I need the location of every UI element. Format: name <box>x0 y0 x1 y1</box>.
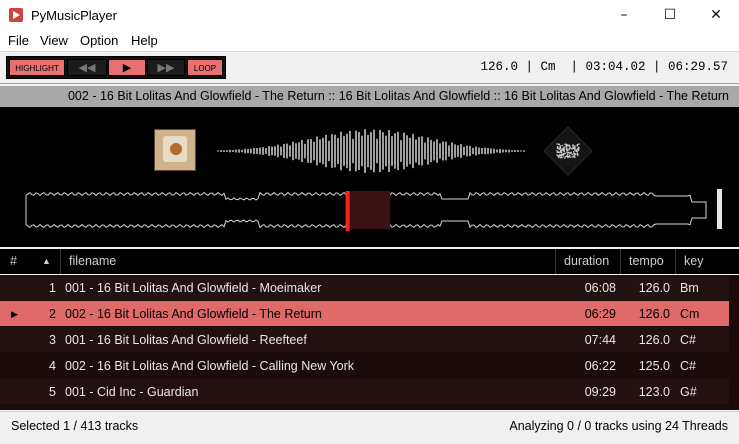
track-duration: 06:22 <box>584 359 616 373</box>
track-tempo: 126.0 <box>638 307 670 321</box>
menu-view[interactable]: View <box>40 33 68 48</box>
track-number: 4 <box>49 359 56 373</box>
track-tempo: 126.0 <box>638 281 670 295</box>
app-logo-icon <box>9 8 23 22</box>
table-row[interactable]: 1 001 - 16 Bit Lolitas And Glowfield - M… <box>0 275 739 300</box>
window-title: PyMusicPlayer <box>31 8 117 23</box>
menu-bar: File View Option Help <box>0 30 739 52</box>
analysis-status: Analyzing 0 / 0 tracks using 24 Threads <box>509 419 728 433</box>
table-row[interactable]: 5 001 - Cid Inc - Guardian 09:29 123.0 G… <box>0 379 739 404</box>
track-duration: 06:08 <box>584 281 616 295</box>
track-duration: 09:29 <box>584 385 616 399</box>
transport-toolbar: HIGHLIGHT ◀◀ ▶ ▶▶ LOOP 126.0 | Cm | 03:0… <box>0 52 739 83</box>
playback-status: 126.0 | Cm | 03:04.02 | 06:29.57 <box>480 60 728 74</box>
visualizer-panel <box>0 107 739 247</box>
col-filename-header[interactable]: filename <box>60 249 554 274</box>
stereo-scope <box>543 126 593 176</box>
col-tempo-header[interactable]: tempo <box>620 249 674 274</box>
now-playing-text: 002 - 16 Bit Lolitas And Glowfield - The… <box>67 89 729 103</box>
close-button[interactable]: ✕ <box>693 0 739 30</box>
track-number: 1 <box>49 281 56 295</box>
track-filename: 002 - 16 Bit Lolitas And Glowfield - Cal… <box>65 359 355 373</box>
col-number-header[interactable]: # <box>10 249 17 274</box>
selection-count: Selected 1 / 413 tracks <box>11 419 139 433</box>
track-tempo: 123.0 <box>638 385 670 399</box>
volume-slider[interactable] <box>717 189 722 229</box>
track-filename: 001 - 16 Bit Lolitas And Glowfield - Moe… <box>65 281 322 295</box>
menu-option[interactable]: Option <box>80 33 118 48</box>
track-tempo: 126.0 <box>638 333 670 347</box>
track-key: C# <box>680 333 696 347</box>
maximize-button[interactable]: ☐ <box>647 0 693 30</box>
playing-indicator-icon: ▶ <box>11 309 18 319</box>
waveform-seekbar[interactable] <box>25 191 707 231</box>
track-tempo: 125.0 <box>638 359 670 373</box>
play-button[interactable]: ▶ <box>108 59 146 76</box>
previous-button[interactable]: ◀◀ <box>67 59 107 76</box>
title-bar: PyMusicPlayer – ☐ ✕ <box>0 0 739 30</box>
track-key: C# <box>680 359 696 373</box>
col-key-header[interactable]: key <box>675 249 729 274</box>
track-list: 1 001 - 16 Bit Lolitas And Glowfield - M… <box>0 275 739 410</box>
track-key: G# <box>680 385 697 399</box>
track-list-scrollbar[interactable] <box>729 275 739 410</box>
highlight-button[interactable]: HIGHLIGHT <box>9 59 65 76</box>
loop-button[interactable]: LOOP <box>187 59 223 76</box>
track-filename: 002 - 16 Bit Lolitas And Glowfield - The… <box>65 307 322 321</box>
status-bar: Selected 1 / 413 tracks Analyzing 0 / 0 … <box>0 411 739 444</box>
playhead-marker[interactable] <box>345 191 350 231</box>
now-playing-bar: 002 - 16 Bit Lolitas And Glowfield - The… <box>0 86 739 107</box>
toolbar-divider <box>0 83 739 84</box>
visualizer-graphics <box>25 126 722 231</box>
track-table-header: # ▲ filename duration tempo key <box>0 249 739 274</box>
menu-help[interactable]: Help <box>131 33 158 48</box>
table-row[interactable]: 4 002 - 16 Bit Lolitas And Glowfield - C… <box>0 353 739 378</box>
minimize-button[interactable]: – <box>601 0 647 30</box>
sort-ascending-icon[interactable]: ▲ <box>42 249 51 274</box>
highlight-region <box>346 191 390 229</box>
col-duration-header[interactable]: duration <box>555 249 619 274</box>
menu-file[interactable]: File <box>8 33 29 48</box>
next-button[interactable]: ▶▶ <box>147 59 185 76</box>
spectrum-bars <box>217 129 525 173</box>
track-number: 3 <box>49 333 56 347</box>
track-duration: 07:44 <box>584 333 616 347</box>
track-key: Bm <box>680 281 699 295</box>
track-filename: 001 - Cid Inc - Guardian <box>65 385 199 399</box>
table-row-selected[interactable]: ▶ 2 002 - 16 Bit Lolitas And Glowfield -… <box>0 301 739 326</box>
track-filename: 001 - 16 Bit Lolitas And Glowfield - Ree… <box>65 333 307 347</box>
track-number: 2 <box>49 307 56 321</box>
table-row[interactable]: 3 001 - 16 Bit Lolitas And Glowfield - R… <box>0 327 739 352</box>
track-key: Cm <box>680 307 700 321</box>
track-duration: 06:29 <box>584 307 616 321</box>
transport-controls: HIGHLIGHT ◀◀ ▶ ▶▶ LOOP <box>6 56 226 79</box>
track-number: 5 <box>49 385 56 399</box>
